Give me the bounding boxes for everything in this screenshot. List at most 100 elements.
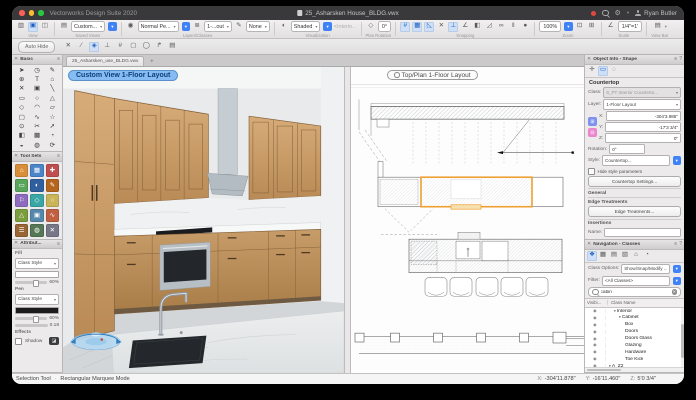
navigation-tab-icon[interactable]: ❖ <box>587 251 597 261</box>
class-search-field[interactable]: ✕ <box>588 287 681 297</box>
pane-plan-view[interactable]: Top/Plan 1-Floor Layout <box>351 67 584 373</box>
coordinate-mode-icon[interactable]: ⊞ <box>588 117 597 126</box>
tool-mode-icon[interactable]: # <box>115 42 125 52</box>
object-info-tab-icon[interactable]: ▭ <box>598 66 608 76</box>
class-row[interactable]: ◉▾Cabinet <box>585 315 684 322</box>
basic-tool-icon[interactable]: ∿ <box>29 112 44 121</box>
basic-tool-icon[interactable]: ◍ <box>29 141 44 150</box>
palette-help-icon[interactable]: ? <box>679 56 682 62</box>
basic-tool-icon[interactable]: ▩ <box>29 131 44 140</box>
navigation-tab-icon[interactable]: ▧ <box>620 251 630 261</box>
view-banner-3d[interactable]: Custom View 1-Floor Layout <box>68 70 178 81</box>
basic-tool-icon[interactable]: ➚ <box>45 122 60 131</box>
class-row[interactable]: ◉Doors Glass <box>585 335 684 342</box>
plan-rotation-value[interactable]: 0° <box>378 21 391 33</box>
minimize-window-button[interactable] <box>29 10 35 16</box>
tool-mode-icon[interactable]: ✕ <box>63 42 73 52</box>
saved-views-icon[interactable]: ▤ <box>59 22 69 32</box>
edge-treatments-section[interactable]: Edge Treatments <box>588 197 681 205</box>
close-palette-icon[interactable]: ✕ <box>14 57 18 62</box>
tool-set-icon[interactable]: ▦ <box>30 164 43 177</box>
visibility-eye-icon[interactable]: ◉ <box>593 316 597 320</box>
filter-dropdown[interactable]: <All Classes> <box>602 276 670 287</box>
snap-toggle-icon[interactable]: ◧ <box>472 22 482 32</box>
navigation-tab-icon[interactable]: ▤ <box>609 251 619 261</box>
view-bar-icon[interactable]: ▤ <box>653 22 663 32</box>
close-palette-icon[interactable]: ✕ <box>587 242 591 247</box>
visibility-eye-icon[interactable]: ◉ <box>593 337 597 341</box>
y-coordinate-field[interactable]: -17'3 3/4" <box>605 122 681 132</box>
basic-palette-header[interactable]: ✕ Basic ≡ <box>12 55 62 65</box>
shadow-checkbox[interactable] <box>15 338 22 345</box>
visibility-eye-icon[interactable]: ◉ <box>593 309 597 313</box>
close-palette-icon[interactable]: ✕ <box>14 154 18 159</box>
layers-icon[interactable]: ≣ <box>192 22 202 32</box>
snap-aux-icon[interactable]: ● <box>520 22 530 32</box>
basic-tool-icon[interactable]: ⊙ <box>14 122 29 131</box>
visualization-icon[interactable]: ◐ <box>279 22 289 32</box>
document-proxy[interactable]: 25_Asharsken House_BLDG.vwx <box>297 10 398 17</box>
class-select[interactable]: None▾ <box>246 21 270 33</box>
class-icon[interactable]: ✎ <box>234 22 244 32</box>
class-list-hscrollbar[interactable] <box>585 367 684 372</box>
navigation-tab-icon[interactable]: ⌂ <box>631 251 641 261</box>
new-tab-button[interactable]: + <box>147 57 156 66</box>
basic-tool-icon[interactable]: ◧ <box>14 131 29 140</box>
zoom-window-button[interactable] <box>38 10 44 16</box>
fill-opacity-slider[interactable]: 60% <box>15 280 59 285</box>
tool-mode-icon[interactable]: ⊥ <box>102 42 112 52</box>
basic-tool-icon[interactable]: ▭ <box>14 94 29 103</box>
class-options-dropdown[interactable]: Show/Snap/Modify ... <box>621 264 669 275</box>
class-row[interactable]: ◉▾Interior <box>585 308 684 315</box>
navigation-header[interactable]: ✕ Navigation - Classes ≡ ? <box>585 240 684 250</box>
zoom-tool-icon[interactable]: ⊞ <box>587 22 597 32</box>
navigation-tab-icon[interactable]: ◔ <box>642 251 652 261</box>
tool-set-icon[interactable]: ▣ <box>30 209 43 222</box>
tool-set-icon[interactable]: ✚ <box>46 164 59 177</box>
fill-style-select[interactable]: Class Style▾ <box>15 258 59 269</box>
basic-tool-icon[interactable]: ◠ <box>29 103 44 112</box>
tool-set-icon[interactable]: ◍ <box>30 224 43 237</box>
tool-set-icon[interactable]: ✎ <box>46 179 59 192</box>
scale-icon[interactable]: ∠ <box>606 22 616 32</box>
palette-menu-icon[interactable]: ≡ <box>57 153 60 159</box>
zoom-tool-icon[interactable]: ⊡ <box>575 22 585 32</box>
countertop-settings-button[interactable]: Countertop Settings... <box>588 176 681 187</box>
snap-toggle-icon[interactable]: ▦ <box>412 22 422 32</box>
tool-set-icon[interactable]: ▭ <box>15 179 28 192</box>
visibility-eye-icon[interactable]: ◉ <box>593 343 597 347</box>
style-menu-button[interactable]: ▾ <box>673 156 682 165</box>
tool-set-icon[interactable]: ☰ <box>15 224 28 237</box>
search-input[interactable] <box>601 290 670 295</box>
basic-tool-icon[interactable]: ✎ <box>45 66 60 75</box>
basic-tool-icon[interactable]: ╲ <box>45 84 60 93</box>
snap-toggle-icon[interactable]: ∠ <box>460 22 470 32</box>
plan-rotation-icon[interactable]: ◇ <box>366 22 376 32</box>
tool-set-icon[interactable]: ◇ <box>30 194 43 207</box>
class-list-scrollbar[interactable] <box>681 308 685 367</box>
pen-color-swatch[interactable] <box>15 307 59 315</box>
basic-tool-icon[interactable]: ⌂ <box>45 75 60 84</box>
pen-style-select[interactable]: Class Style▾ <box>15 294 59 305</box>
clear-search-icon[interactable]: ✕ <box>672 289 678 295</box>
tool-set-icon[interactable]: ∿ <box>46 209 59 222</box>
tool-mode-icon[interactable]: ↱ <box>154 42 164 52</box>
palette-menu-icon[interactable]: ≡ <box>57 241 60 247</box>
palette-menu-icon[interactable]: ≡ <box>674 56 677 62</box>
snap-aux-icon[interactable]: ‖ <box>508 22 518 32</box>
object-info-header[interactable]: ✕ Object Info - Shape ≡ ? <box>585 55 684 65</box>
render-mode-menu-button[interactable]: ▾ <box>323 22 332 31</box>
class-row[interactable]: ◉Doors <box>585 328 684 335</box>
kitchen-3d-view[interactable] <box>63 67 344 373</box>
coordinate-ref-icon[interactable]: ⊟ <box>588 128 597 137</box>
tool-mode-icon[interactable]: ∕ <box>76 42 86 52</box>
basic-tool-icon[interactable]: ⊕ <box>14 75 29 84</box>
close-window-button[interactable] <box>19 10 25 16</box>
basic-tool-icon[interactable]: ◒ <box>14 141 29 150</box>
basic-tool-icon[interactable]: ○ <box>29 94 44 103</box>
scale-value[interactable]: 1/4"=1' <box>618 21 643 33</box>
close-palette-icon[interactable]: ✕ <box>14 241 18 246</box>
visibility-eye-icon[interactable]: ◉ <box>593 323 597 327</box>
layer-select[interactable]: 1-...out▾ <box>204 21 232 33</box>
view-toggle-icon[interactable]: ◫ <box>40 22 50 32</box>
